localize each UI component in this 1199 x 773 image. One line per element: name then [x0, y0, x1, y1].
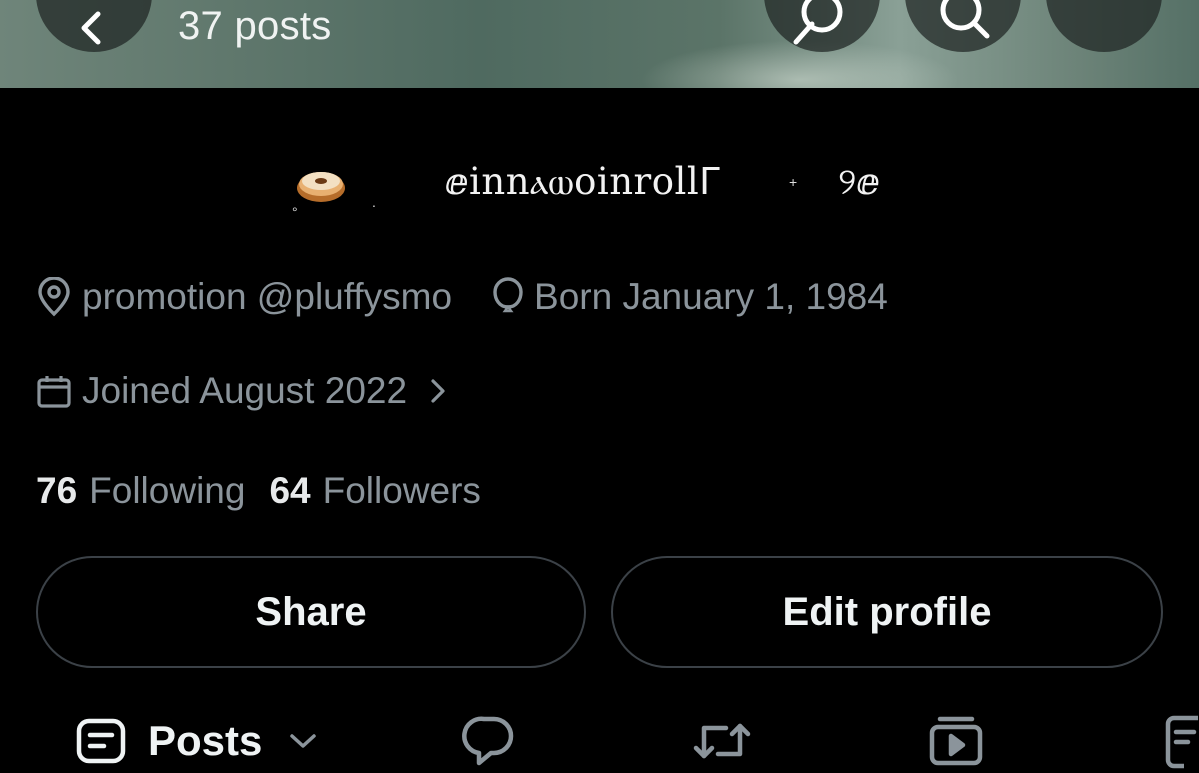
following-label: Following: [89, 470, 246, 511]
joined-row[interactable]: Joined August 2022: [36, 366, 447, 416]
back-button[interactable]: [36, 0, 152, 52]
tab-articles[interactable]: [1164, 714, 1199, 770]
more-options-button[interactable]: [1046, 0, 1162, 52]
chevron-down-icon: [290, 734, 317, 748]
followers-count: 64: [269, 470, 311, 511]
share-button[interactable]: Share: [36, 556, 586, 668]
video-icon: [929, 716, 983, 766]
chevron-right-icon: [431, 379, 445, 403]
profile-tab-bar: Posts: [0, 700, 1199, 773]
joined-text: Joined August 2022: [82, 370, 408, 411]
location-text: promotion @pluffysmo: [82, 276, 453, 317]
decorative-dot: °: [292, 204, 298, 220]
posts-icon: [76, 718, 126, 764]
article-icon: [1165, 715, 1198, 769]
grok-button[interactable]: [764, 0, 880, 52]
display-name-row: ° . ⅇinnⲁⲱoinrollᒥ + ୨ⅇ: [0, 156, 1199, 220]
tab-media[interactable]: [928, 714, 984, 770]
edit-profile-button[interactable]: Edit profile: [611, 556, 1163, 668]
repost-icon: [693, 723, 751, 759]
following-link[interactable]: 76 Following: [36, 470, 245, 512]
display-name: ⅇinnⲁⲱoinrollᒥ: [445, 160, 721, 203]
post-count: 37 posts: [178, 4, 332, 48]
profile-meta-row: promotion @pluffysmo Born January 1, 198…: [36, 272, 888, 322]
search-icon: [940, 0, 990, 39]
grok-icon: [793, 0, 843, 45]
birthday-text: Born January 1, 1984: [534, 276, 888, 317]
birthday-item: Born January 1, 1984: [492, 276, 888, 318]
decorative-dot: +: [789, 174, 798, 190]
tab-posts[interactable]: Posts: [76, 716, 318, 766]
back-arrow-icon: [81, 11, 101, 45]
location-pin-icon: [38, 277, 70, 317]
follow-stats: 76 Following 64 Followers: [36, 466, 481, 516]
search-button[interactable]: [905, 0, 1021, 52]
location-item: promotion @pluffysmo: [36, 276, 452, 318]
followers-label: Followers: [322, 470, 481, 511]
calendar-icon: [37, 376, 71, 408]
tab-replies[interactable]: [462, 714, 516, 768]
following-count: 76: [36, 470, 78, 511]
tab-reposts[interactable]: [692, 716, 752, 766]
tab-posts-label: Posts: [148, 717, 263, 764]
followers-link[interactable]: 64 Followers: [269, 470, 480, 512]
decorative-dot: .: [372, 194, 376, 210]
reply-icon: [462, 716, 514, 766]
display-name-suffix: ୨ⅇ: [838, 160, 880, 203]
donut-emoji-icon: [297, 172, 345, 202]
more-icon: [1046, 0, 1162, 52]
balloon-icon: [493, 277, 523, 313]
